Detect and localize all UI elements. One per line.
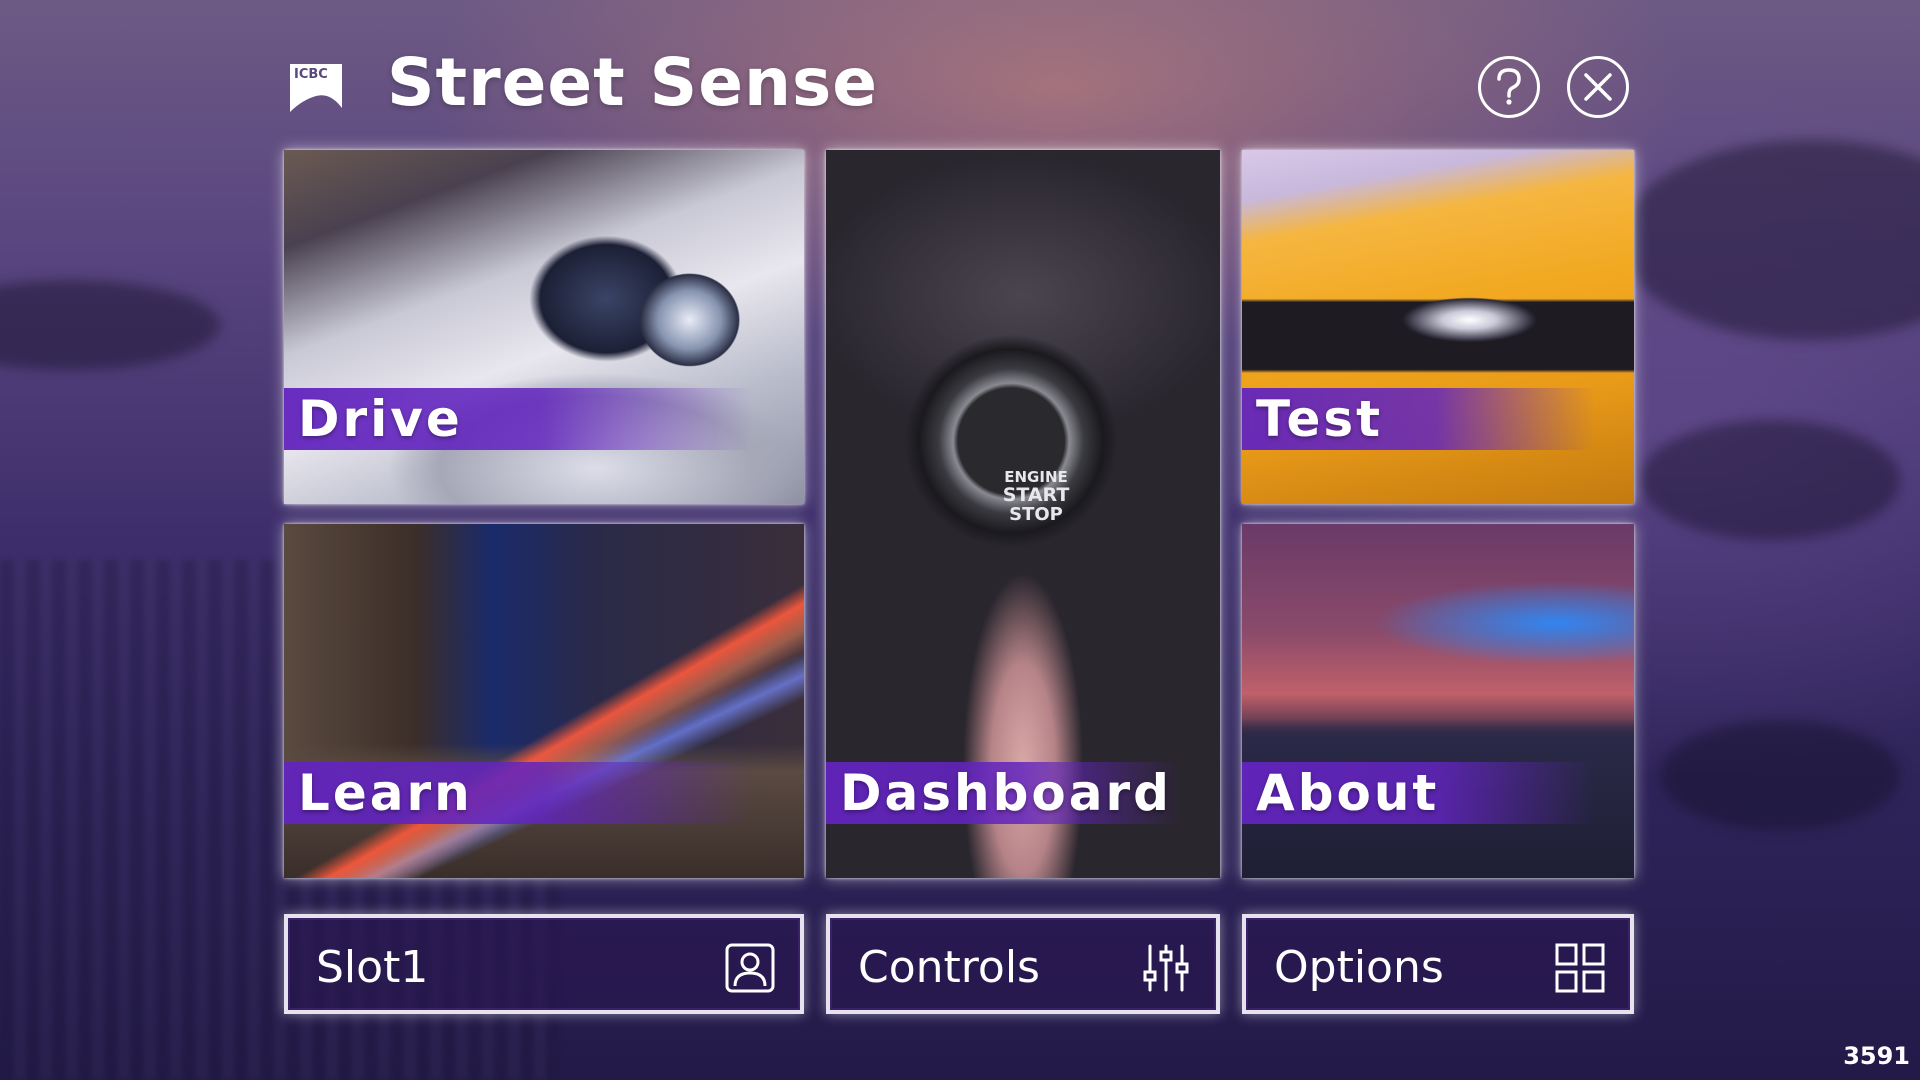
close-button[interactable] bbox=[1567, 56, 1629, 118]
controls-button[interactable]: Controls bbox=[826, 914, 1220, 1014]
sliders-icon bbox=[1143, 944, 1189, 992]
dashboard-tile[interactable]: ENGINE START STOP Dashboard bbox=[826, 150, 1220, 878]
help-button[interactable] bbox=[1478, 56, 1540, 118]
test-label: Test bbox=[1242, 388, 1595, 450]
build-number: 3591 bbox=[1843, 1042, 1910, 1070]
options-button[interactable]: Options bbox=[1242, 914, 1634, 1014]
options-label: Options bbox=[1274, 942, 1444, 993]
logo-text: ICBC bbox=[294, 67, 328, 82]
background-island-2 bbox=[1660, 720, 1900, 830]
drive-tile[interactable]: Drive bbox=[284, 150, 804, 504]
app-title: Street Sense bbox=[387, 44, 879, 121]
background-hill bbox=[1620, 140, 1920, 340]
learn-tile[interactable]: Learn bbox=[284, 524, 804, 878]
icbc-logo: ICBC bbox=[286, 58, 346, 118]
grid-icon bbox=[1555, 943, 1605, 993]
background-shore bbox=[1640, 420, 1900, 540]
engine-start-button-graphic: ENGINE START STOP bbox=[976, 469, 1096, 525]
slot1-label: Slot1 bbox=[316, 942, 429, 993]
controls-label: Controls bbox=[858, 942, 1040, 993]
main-menu-screen: ICBC Street Sense Drive ENGINE START STO… bbox=[0, 0, 1920, 1080]
question-mark-icon bbox=[1497, 68, 1521, 105]
background-island bbox=[0, 280, 220, 370]
stop-text: STOP bbox=[1009, 503, 1063, 525]
about-tile[interactable]: About bbox=[1242, 524, 1634, 878]
start-text: START bbox=[1002, 483, 1070, 506]
test-tile[interactable]: Test bbox=[1242, 150, 1634, 504]
dashboard-label: Dashboard bbox=[826, 762, 1181, 824]
drive-label: Drive bbox=[284, 388, 752, 450]
user-profile-icon bbox=[725, 943, 775, 993]
close-x-icon bbox=[1584, 73, 1612, 101]
slot1-button[interactable]: Slot1 bbox=[284, 914, 804, 1014]
learn-label: Learn bbox=[284, 762, 752, 824]
about-label: About bbox=[1242, 762, 1595, 824]
